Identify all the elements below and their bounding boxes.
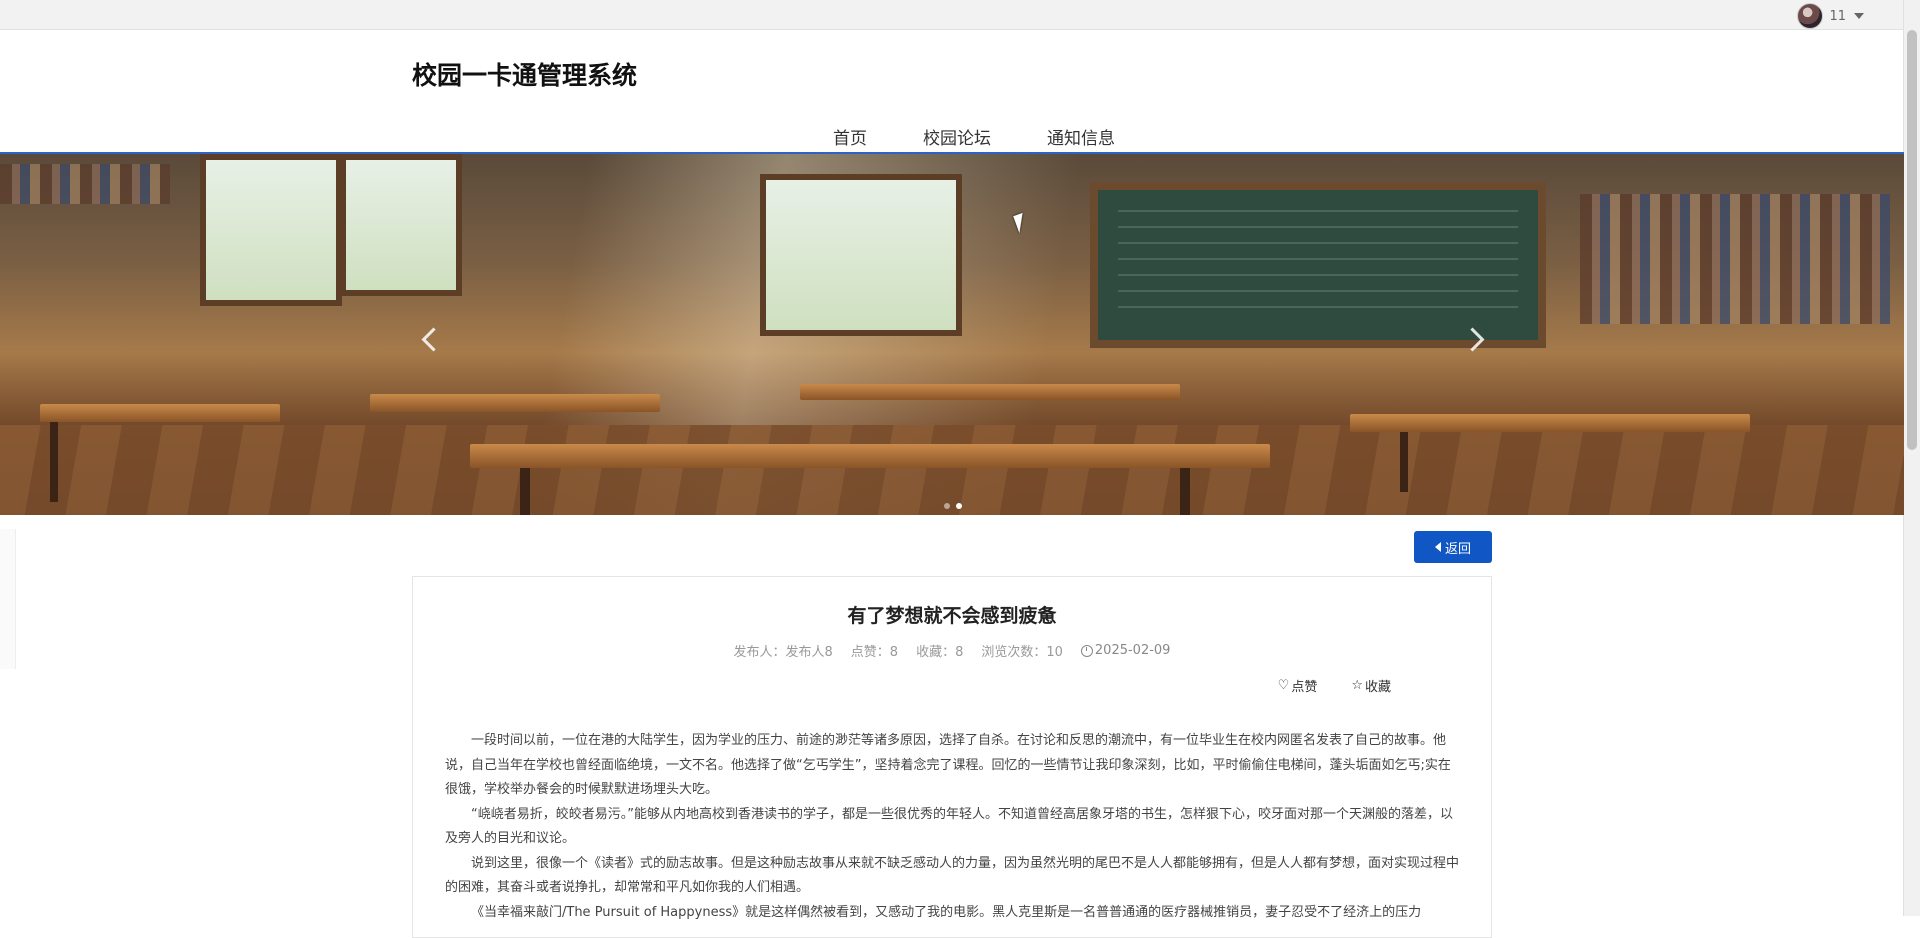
- site-title: 校园一卡通管理系统: [412, 62, 638, 90]
- article-paragraph: 说到这里，很像一个《读者》式的励志故事。但是这种励志故事从来就不缺乏感动人的力量…: [445, 855, 1460, 896]
- caret-left-icon: [1434, 542, 1441, 552]
- scrollbar-thumb[interactable]: [1907, 30, 1917, 450]
- article-title: 有了梦想就不会感到疲惫: [847, 605, 1057, 627]
- clock-icon: [1080, 644, 1093, 657]
- page-scrollbar[interactable]: [1903, 0, 1920, 916]
- banner-desk-leg: [50, 422, 58, 502]
- meta-likes: 点赞：8: [850, 645, 899, 660]
- star-icon: ☆: [1351, 678, 1363, 693]
- banner-desk: [800, 384, 1180, 400]
- back-button[interactable]: 返回: [1414, 531, 1492, 563]
- article-actions: ♡ 点赞 ☆ 收藏: [1278, 676, 1391, 695]
- banner-desk: [40, 404, 280, 422]
- banner-desk: [370, 394, 660, 412]
- banner-desk: [470, 444, 1270, 468]
- nav-forum[interactable]: 校园论坛: [895, 118, 1019, 152]
- article-content: 一段时间以前，一位在港的大陆学生，因为学业的压力、前途的渺茫等诸多原因，选择了自…: [445, 729, 1459, 925]
- top-bar: 11: [0, 0, 1904, 30]
- back-button-label: 返回: [1444, 541, 1471, 557]
- like-label: 点赞: [1291, 680, 1318, 695]
- article-card: 有了梦想就不会感到疲惫 发布人：发布人8 点赞：8 收藏：8 浏览次数：10 2…: [412, 576, 1492, 938]
- meta-views: 浏览次数：10: [981, 645, 1063, 660]
- article-paragraph: “峣峣者易折，皎皎者易污。”能够从内地高校到香港读书的学子，都是一些很优秀的年轻…: [445, 806, 1453, 847]
- banner-window: [760, 174, 962, 336]
- meta-favorites: 收藏：8: [916, 645, 964, 660]
- banner-window: [200, 154, 342, 306]
- carousel-dot[interactable]: [956, 503, 962, 509]
- meta-author: 发布人：发布人8: [733, 645, 833, 660]
- main-nav: 首页 校园论坛 通知信息: [0, 118, 1904, 152]
- favorite-label: 收藏: [1364, 680, 1391, 695]
- article-paragraph: 一段时间以前，一位在港的大陆学生，因为学业的压力、前途的渺茫等诸多原因，选择了自…: [445, 733, 1451, 797]
- carousel-prev-icon[interactable]: [420, 324, 440, 354]
- avatar[interactable]: [1797, 3, 1824, 29]
- banner-desk-leg: [1180, 468, 1190, 515]
- article-paragraph: 《当幸福来敲门/The Pursuit of Happyness》就是这样偶然被…: [471, 904, 1422, 920]
- article-meta: 发布人：发布人8 点赞：8 收藏：8 浏览次数：10 2025-02-09: [413, 641, 1491, 660]
- user-count[interactable]: 11: [1829, 9, 1846, 24]
- banner-shelf: [0, 164, 170, 204]
- banner-desk-leg: [520, 468, 530, 515]
- heart-icon: ♡: [1277, 678, 1290, 693]
- user-menu[interactable]: 11: [1797, 3, 1864, 29]
- nav-notices[interactable]: 通知信息: [1019, 118, 1143, 152]
- carousel-dot[interactable]: [944, 503, 950, 509]
- carousel-next-icon[interactable]: [1464, 324, 1484, 354]
- chevron-down-icon[interactable]: [1854, 13, 1864, 19]
- banner-desk-leg: [1400, 432, 1408, 492]
- carousel-indicators: [944, 503, 962, 509]
- side-panel-edge: [0, 529, 16, 669]
- banner-desk: [1350, 414, 1750, 432]
- banner-carousel: [0, 152, 1904, 515]
- meta-date-text: 2025-02-09: [1094, 643, 1171, 658]
- banner-shelf: [1580, 194, 1890, 324]
- like-button[interactable]: ♡ 点赞: [1278, 676, 1318, 695]
- banner-window: [340, 154, 462, 296]
- nav-home[interactable]: 首页: [833, 118, 895, 152]
- meta-date: 2025-02-09: [1080, 641, 1171, 660]
- favorite-button[interactable]: ☆ 收藏: [1351, 676, 1391, 695]
- banner-floor: [0, 425, 1904, 515]
